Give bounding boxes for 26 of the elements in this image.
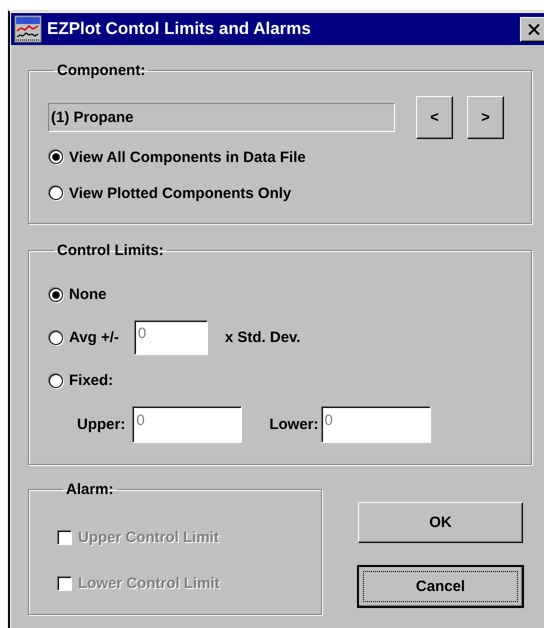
radio-button[interactable] — [49, 150, 63, 164]
checkbox-label: Lower Control Limit — [78, 574, 220, 592]
radio-label: None — [69, 286, 106, 303]
window-title: EZPlot Contol Limits and Alarms — [47, 19, 311, 39]
field-label: Lower: — [269, 416, 319, 432]
checkbox-label: Upper Control Limit — [78, 528, 219, 546]
radio-label: View All Components in Data File — [69, 148, 306, 166]
radio-button[interactable] — [49, 288, 63, 302]
dialog-button[interactable]: Cancel — [358, 566, 523, 607]
previous-button[interactable]: < — [416, 96, 453, 139]
radio-button[interactable] — [49, 186, 63, 200]
group-label: Component: — [56, 62, 146, 79]
group-label: Control Limits: — [56, 242, 165, 259]
units-label: x Std. Dev. — [224, 329, 300, 346]
next-button[interactable]: > — [467, 96, 504, 139]
radio-label: Fixed: — [69, 372, 114, 389]
group-label: Alarm: — [65, 481, 115, 498]
close-button[interactable] — [520, 16, 544, 42]
radio-label: Avg +/- — [69, 329, 119, 346]
radio-button[interactable] — [49, 374, 63, 388]
component-field[interactable]: (1) Propane — [48, 103, 395, 132]
field-label: Upper: — [77, 416, 126, 432]
chart-app-icon — [14, 15, 42, 43]
dialog-button[interactable]: OK — [358, 502, 523, 543]
close-icon — [527, 22, 541, 36]
radio-label: View Plotted Components Only — [69, 184, 292, 202]
